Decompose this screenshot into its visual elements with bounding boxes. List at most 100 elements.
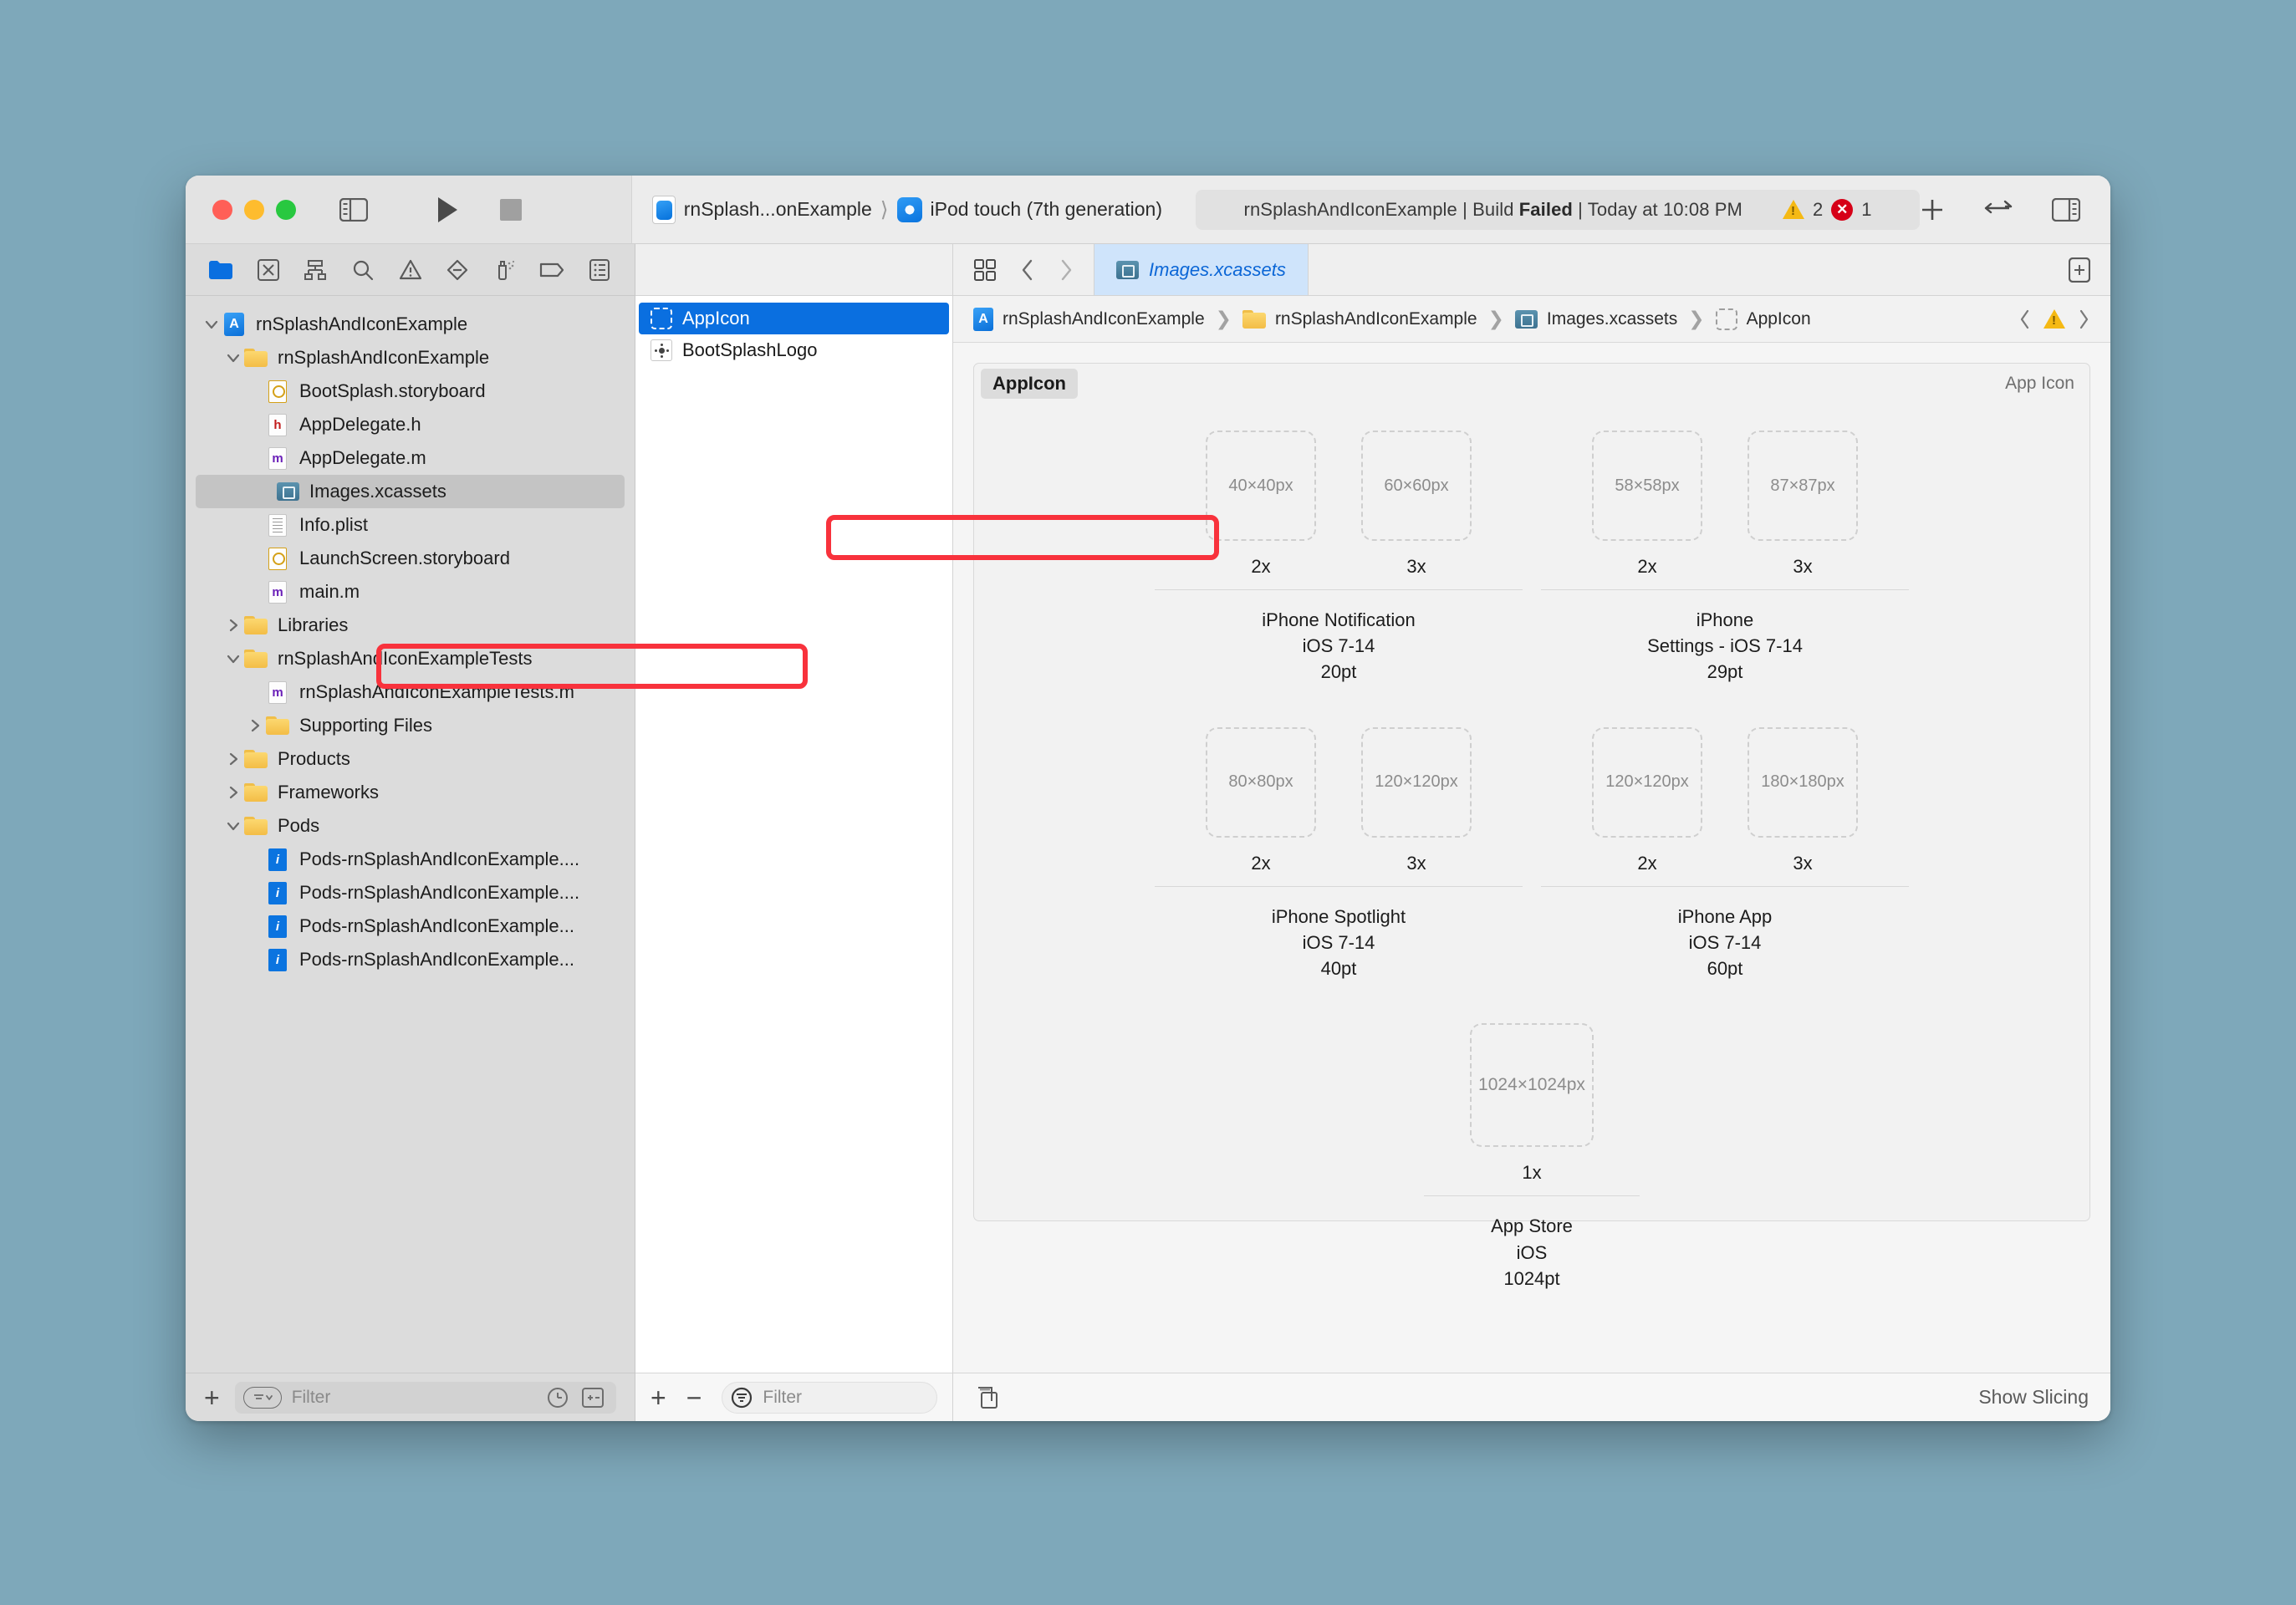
xcconfig-file-icon: i <box>266 848 289 871</box>
breadcrumb-item[interactable]: Images.xcassets <box>1514 309 1677 329</box>
app-icon-slot-set: 58×58px 2x 87×87px 3x <box>1592 431 1858 578</box>
add-editor-icon[interactable] <box>2069 257 2090 283</box>
disclosure-triangle-closed[interactable] <box>244 715 266 736</box>
previous-issue-icon[interactable] <box>2018 308 2032 330</box>
file-tree-row[interactable]: m AppDelegate.m <box>186 441 635 475</box>
sidebar-toggle-icon[interactable] <box>339 197 368 222</box>
breadcrumb-item[interactable]: AppIcon <box>1715 308 1811 330</box>
disclosure-triangle-closed[interactable] <box>222 614 244 636</box>
source-control-filter-icon[interactable] <box>581 1387 605 1409</box>
editor-tab-images-xcassets[interactable]: Images.xcassets <box>1094 244 1309 295</box>
file-tree-row[interactable]: Images.xcassets <box>196 475 625 508</box>
editor-pane: Images.xcassets rnSplashAndIconExample❯r… <box>953 244 2110 1421</box>
asset-list-item[interactable]: AppIcon <box>639 303 949 334</box>
file-tree-row[interactable]: LaunchScreen.storyboard <box>186 542 635 575</box>
find-navigator-icon[interactable] <box>346 253 380 287</box>
editor-jump-bar[interactable]: rnSplashAndIconExample ❯ rnSplashAndIconEx… <box>953 296 2110 343</box>
issue-navigator-icon[interactable] <box>394 253 427 287</box>
app-icon-drop-slot[interactable]: 60×60px <box>1361 431 1472 541</box>
project-navigator-icon[interactable] <box>204 253 237 287</box>
file-tree-row[interactable]: rnSplashAndIconExample <box>186 308 635 341</box>
jump-bar-warning-icon[interactable] <box>2043 309 2065 329</box>
navigate-forward-icon[interactable] <box>1059 258 1074 282</box>
navigator-filter-field[interactable]: Filter <box>234 1381 616 1414</box>
app-icon-drop-slot[interactable]: 120×120px <box>1361 726 1472 838</box>
run-button[interactable] <box>436 196 458 223</box>
file-tree-row[interactable]: i Pods-rnSplashAndIconExample... <box>186 910 635 943</box>
file-tree-row[interactable]: m main.m <box>186 575 635 609</box>
disclosure-triangle-open[interactable] <box>201 313 222 335</box>
filter-options-icon[interactable] <box>242 1386 282 1409</box>
tab-overview-icon[interactable] <box>973 258 997 282</box>
app-icon-group-caption: iPhone Spotlight iOS 7-14 40pt <box>1272 904 1406 982</box>
disclosure-triangle-open[interactable] <box>222 648 244 670</box>
zoom-window-button[interactable] <box>276 199 296 220</box>
symbol-navigator-icon[interactable] <box>298 253 332 287</box>
file-tree-row[interactable]: rnSplashAndIconExample <box>186 341 635 374</box>
file-tree-row[interactable]: i Pods-rnSplashAndIconExample.... <box>186 876 635 910</box>
disclosure-triangle-open[interactable] <box>222 347 244 369</box>
test-navigator-icon[interactable] <box>441 253 474 287</box>
issue-badges[interactable]: 2 ✕ 1 <box>1782 198 1871 221</box>
app-icon-slot-cell: 40×40px 2x <box>1206 431 1316 578</box>
app-icon-drop-slot[interactable]: 87×87px <box>1748 431 1858 541</box>
app-icon-drop-slot[interactable]: 120×120px <box>1592 726 1702 838</box>
disclosure-triangle-open[interactable] <box>222 815 244 837</box>
file-tree-row[interactable]: i Pods-rnSplashAndIconExample... <box>186 943 635 976</box>
source-control-navigator-icon[interactable] <box>252 253 285 287</box>
file-tree-row[interactable]: BootSplash.storyboard <box>186 374 635 408</box>
file-tree-row[interactable]: i Pods-rnSplashAndIconExample.... <box>186 843 635 876</box>
project-file-tree[interactable]: rnSplashAndIconExample rnSplashAndIconExa… <box>186 296 635 1373</box>
asset-filter-field[interactable]: Filter <box>722 1381 937 1414</box>
file-tree-row[interactable]: Products <box>186 742 635 776</box>
code-review-icon[interactable] <box>1983 199 2013 221</box>
app-icon-slot-cell: 1024×1024px 1x <box>1470 1023 1594 1184</box>
app-icon-drop-slot[interactable]: 180×180px <box>1748 726 1858 838</box>
caption-line: iPhone Notification <box>1262 609 1416 630</box>
stop-button[interactable] <box>500 198 522 221</box>
close-window-button[interactable] <box>212 199 232 220</box>
disclosure-triangle-closed[interactable] <box>222 748 244 770</box>
app-icon-drop-slot[interactable]: 80×80px <box>1206 726 1316 838</box>
file-tree-row[interactable]: Info.plist <box>186 508 635 542</box>
inspector-toggle-icon[interactable] <box>2052 197 2080 222</box>
show-slicing-button[interactable]: Show Slicing <box>1978 1386 2089 1409</box>
file-tree-row[interactable]: Pods <box>186 809 635 843</box>
report-navigator-icon[interactable] <box>583 253 616 287</box>
app-icon-drop-slot[interactable]: 40×40px <box>1206 431 1316 541</box>
disclosure-triangle-closed[interactable] <box>222 782 244 803</box>
breadcrumb-item[interactable]: rnSplashAndIconExample <box>973 307 1205 331</box>
activity-status-bar[interactable]: rnSplashAndIconExample | Build Failed | … <box>1196 189 1920 230</box>
file-tree-row[interactable]: Libraries <box>186 609 635 642</box>
debug-navigator-icon[interactable] <box>488 253 522 287</box>
scheme-selector[interactable]: rnSplash...onExample <box>651 195 872 224</box>
asset-filter-options-icon[interactable] <box>729 1385 754 1410</box>
recent-files-filter-icon[interactable] <box>546 1386 569 1409</box>
destination-selector[interactable]: iPod touch (7th generation) <box>896 196 1162 222</box>
asset-list-item[interactable]: BootSplashLogo <box>639 334 949 366</box>
file-tree-row[interactable]: Supporting Files <box>186 709 635 742</box>
app-icon-group: 58×58px 2x 87×87px 3x iPhone Settings - iOS 7… <box>1532 431 1918 685</box>
objc-file-icon: m <box>266 580 289 604</box>
app-icon-drop-slot[interactable]: 1024×1024px <box>1470 1023 1594 1148</box>
next-issue-icon[interactable] <box>2077 308 2090 330</box>
asset-list[interactable]: AppIcon BootSplashLogo <box>635 296 952 1373</box>
navigator-add-button[interactable]: + <box>204 1384 220 1411</box>
navigate-back-icon[interactable] <box>1020 258 1035 282</box>
asset-remove-button[interactable]: − <box>686 1384 702 1411</box>
file-tree-row[interactable]: rnSplashAndIconExampleTests <box>186 642 635 675</box>
file-tree-row[interactable]: h AppDelegate.h <box>186 408 635 441</box>
asset-add-button[interactable]: + <box>651 1384 666 1411</box>
breadcrumb-item[interactable]: rnSplashAndIconExample <box>1242 309 1477 329</box>
slicing-tool-icon[interactable] <box>975 1386 1000 1409</box>
breakpoint-navigator-icon[interactable] <box>535 253 569 287</box>
minimize-window-button[interactable] <box>244 199 264 220</box>
file-tree-row[interactable]: Frameworks <box>186 776 635 809</box>
traffic-lights <box>212 199 296 220</box>
file-tree-row[interactable]: m rnSplashAndIconExampleTests.m <box>186 675 635 709</box>
app-icon-group-caption: iPhone App iOS 7-14 60pt <box>1678 904 1773 982</box>
app-icon-drop-slot[interactable]: 58×58px <box>1592 431 1702 541</box>
add-icon[interactable] <box>1920 197 1945 222</box>
